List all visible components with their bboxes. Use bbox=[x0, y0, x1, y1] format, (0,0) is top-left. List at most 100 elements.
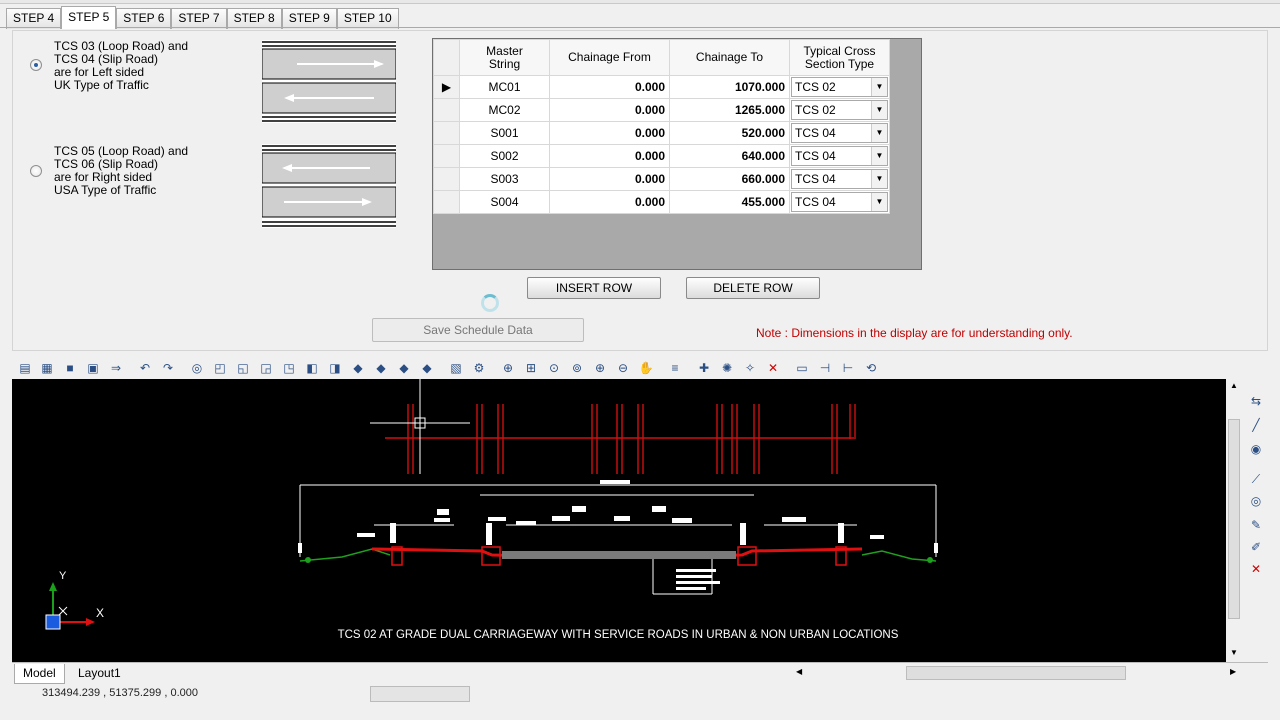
ortho-icon[interactable]: ✧ bbox=[742, 360, 758, 376]
tab-step-5[interactable]: STEP 5 bbox=[61, 6, 117, 29]
chainage-from-cell[interactable]: 0.000 bbox=[549, 121, 670, 145]
print-icon[interactable]: ▣ bbox=[85, 360, 101, 376]
master-string-cell[interactable]: S001 bbox=[459, 121, 550, 145]
chainage-to-cell[interactable]: 640.000 bbox=[669, 144, 790, 168]
master-string-cell[interactable]: MC01 bbox=[459, 75, 550, 99]
measure-icon[interactable]: ▭ bbox=[794, 360, 810, 376]
circle-icon[interactable]: ◉ bbox=[1248, 441, 1264, 457]
chainage-to-cell[interactable]: 455.000 bbox=[669, 190, 790, 214]
cross-section-type-select[interactable]: TCS 04 ▼ bbox=[791, 192, 888, 212]
zoom-window-icon[interactable]: ⊕ bbox=[500, 360, 516, 376]
chainage-to-cell[interactable]: 660.000 bbox=[669, 167, 790, 191]
view-left-icon[interactable]: ◲ bbox=[258, 360, 274, 376]
cross-section-type-select[interactable]: TCS 02 ▼ bbox=[791, 100, 888, 120]
chainage-to-cell[interactable]: 1265.000 bbox=[669, 98, 790, 122]
view-cube-icon[interactable]: ◎ bbox=[189, 360, 205, 376]
cross-section-type-cell[interactable]: TCS 04 ▼ bbox=[789, 190, 890, 214]
chainage-from-cell[interactable]: 0.000 bbox=[549, 98, 670, 122]
close-icon[interactable]: ✕ bbox=[1248, 561, 1264, 577]
row-selector[interactable] bbox=[433, 190, 460, 214]
tab-step-7[interactable]: STEP 7 bbox=[171, 8, 227, 29]
zoom-out-icon[interactable]: ⊖ bbox=[615, 360, 631, 376]
scroll-down-icon[interactable]: ▼ bbox=[1230, 648, 1238, 657]
table-row[interactable]: S003 0.000 660.000 TCS 04 ▼ bbox=[433, 167, 890, 191]
chainage-from-cell[interactable]: 0.000 bbox=[549, 167, 670, 191]
target-icon[interactable]: ◎ bbox=[1248, 493, 1264, 509]
hscroll-thumb[interactable] bbox=[906, 666, 1126, 680]
cross-section-type-cell[interactable]: TCS 04 ▼ bbox=[789, 167, 890, 191]
brush-icon[interactable]: ✐ bbox=[1248, 539, 1264, 555]
row-selector[interactable] bbox=[433, 98, 460, 122]
table-row[interactable]: S001 0.000 520.000 TCS 04 ▼ bbox=[433, 121, 890, 145]
cross-section-type-select[interactable]: TCS 04 ▼ bbox=[791, 169, 888, 189]
chainage-to-cell[interactable]: 520.000 bbox=[669, 121, 790, 145]
iso-se-icon[interactable]: ◆ bbox=[373, 360, 389, 376]
usa-traffic-radio[interactable] bbox=[30, 165, 42, 177]
row-selector[interactable] bbox=[433, 144, 460, 168]
chainage-from-cell[interactable]: 0.000 bbox=[549, 190, 670, 214]
rotate-icon[interactable]: ⟲ bbox=[863, 360, 879, 376]
table-row[interactable]: ▶ MC01 0.000 1070.000 TCS 02 ▼ bbox=[433, 75, 890, 99]
redo-icon[interactable]: ↷ bbox=[160, 360, 176, 376]
line-icon[interactable]: ╱ bbox=[1248, 417, 1264, 433]
uk-traffic-radio[interactable] bbox=[30, 59, 42, 71]
master-string-cell[interactable]: MC02 bbox=[459, 98, 550, 122]
cross-section-type-select[interactable]: TCS 04 ▼ bbox=[791, 146, 888, 166]
chevron-down-icon[interactable]: ▼ bbox=[871, 170, 887, 188]
cad-vertical-scrollbar[interactable]: ▲ ▼ bbox=[1226, 379, 1242, 662]
save-file-icon[interactable]: ■ bbox=[62, 360, 78, 376]
table-row[interactable]: MC02 0.000 1265.000 TCS 02 ▼ bbox=[433, 98, 890, 122]
row-selector[interactable]: ▶ bbox=[433, 75, 460, 99]
tab-step-6[interactable]: STEP 6 bbox=[116, 8, 172, 29]
tab-layout1[interactable]: Layout1 bbox=[70, 664, 129, 684]
master-string-cell[interactable]: S004 bbox=[459, 190, 550, 214]
chevron-down-icon[interactable]: ▼ bbox=[871, 193, 887, 211]
chevron-down-icon[interactable]: ▼ bbox=[871, 78, 887, 96]
iso-ne-icon[interactable]: ◆ bbox=[396, 360, 412, 376]
scroll-right-icon[interactable]: ▶ bbox=[1230, 667, 1236, 676]
iso-nw-icon[interactable]: ◆ bbox=[419, 360, 435, 376]
insert-row-button[interactable]: INSERT ROW bbox=[527, 277, 661, 299]
view-bottom-icon[interactable]: ◨ bbox=[327, 360, 343, 376]
zoom-extents-icon[interactable]: ⊞ bbox=[523, 360, 539, 376]
tab-step-10[interactable]: STEP 10 bbox=[336, 8, 399, 29]
cross-section-type-cell[interactable]: TCS 04 ▼ bbox=[789, 121, 890, 145]
view-right-icon[interactable]: ◳ bbox=[281, 360, 297, 376]
undo-icon[interactable]: ↶ bbox=[137, 360, 153, 376]
extend-icon[interactable]: ⊢ bbox=[840, 360, 856, 376]
master-string-cell[interactable]: S003 bbox=[459, 167, 550, 191]
pencil-icon[interactable]: ✎ bbox=[1248, 517, 1264, 533]
iso-sw-icon[interactable]: ◆ bbox=[350, 360, 366, 376]
properties-icon[interactable]: ⚙ bbox=[471, 360, 487, 376]
cross-section-type-cell[interactable]: TCS 02 ▼ bbox=[789, 98, 890, 122]
chevron-down-icon[interactable]: ▼ bbox=[871, 101, 887, 119]
row-selector[interactable] bbox=[433, 167, 460, 191]
cross-section-type-cell[interactable]: TCS 04 ▼ bbox=[789, 144, 890, 168]
chainage-from-cell[interactable]: 0.000 bbox=[549, 75, 670, 99]
cross-section-type-select[interactable]: TCS 02 ▼ bbox=[791, 77, 888, 97]
polyline-icon[interactable]: ⟋ bbox=[1248, 471, 1264, 487]
chainage-from-cell[interactable]: 0.000 bbox=[549, 144, 670, 168]
open-file-icon[interactable]: ▦ bbox=[39, 360, 55, 376]
save-schedule-button[interactable]: Save Schedule Data bbox=[372, 318, 584, 342]
tab-step-4[interactable]: STEP 4 bbox=[6, 8, 62, 29]
chevron-down-icon[interactable]: ▼ bbox=[871, 124, 887, 142]
view-back-icon[interactable]: ◧ bbox=[304, 360, 320, 376]
chevron-down-icon[interactable]: ▼ bbox=[871, 147, 887, 165]
export-icon[interactable]: ⇒ bbox=[108, 360, 124, 376]
chainage-to-cell[interactable]: 1070.000 bbox=[669, 75, 790, 99]
scroll-left-icon[interactable]: ◀ bbox=[796, 667, 802, 676]
tab-step-8[interactable]: STEP 8 bbox=[226, 8, 282, 29]
trim-icon[interactable]: ⊣ bbox=[817, 360, 833, 376]
row-selector[interactable] bbox=[433, 121, 460, 145]
delete-icon[interactable]: ✕ bbox=[765, 360, 781, 376]
table-row[interactable]: S004 0.000 455.000 TCS 04 ▼ bbox=[433, 190, 890, 214]
table-row[interactable]: S002 0.000 640.000 TCS 04 ▼ bbox=[433, 144, 890, 168]
scroll-thumb[interactable] bbox=[1228, 419, 1240, 619]
cross-section-type-cell[interactable]: TCS 02 ▼ bbox=[789, 75, 890, 99]
cad-horizontal-scrollbar[interactable]: ◀ ▶ bbox=[790, 665, 1242, 681]
regen-icon[interactable]: ≡ bbox=[667, 360, 683, 376]
zoom-previous-icon[interactable]: ⊙ bbox=[546, 360, 562, 376]
new-file-icon[interactable]: ▤ bbox=[17, 360, 33, 376]
zoom-in-icon[interactable]: ⊕ bbox=[592, 360, 608, 376]
